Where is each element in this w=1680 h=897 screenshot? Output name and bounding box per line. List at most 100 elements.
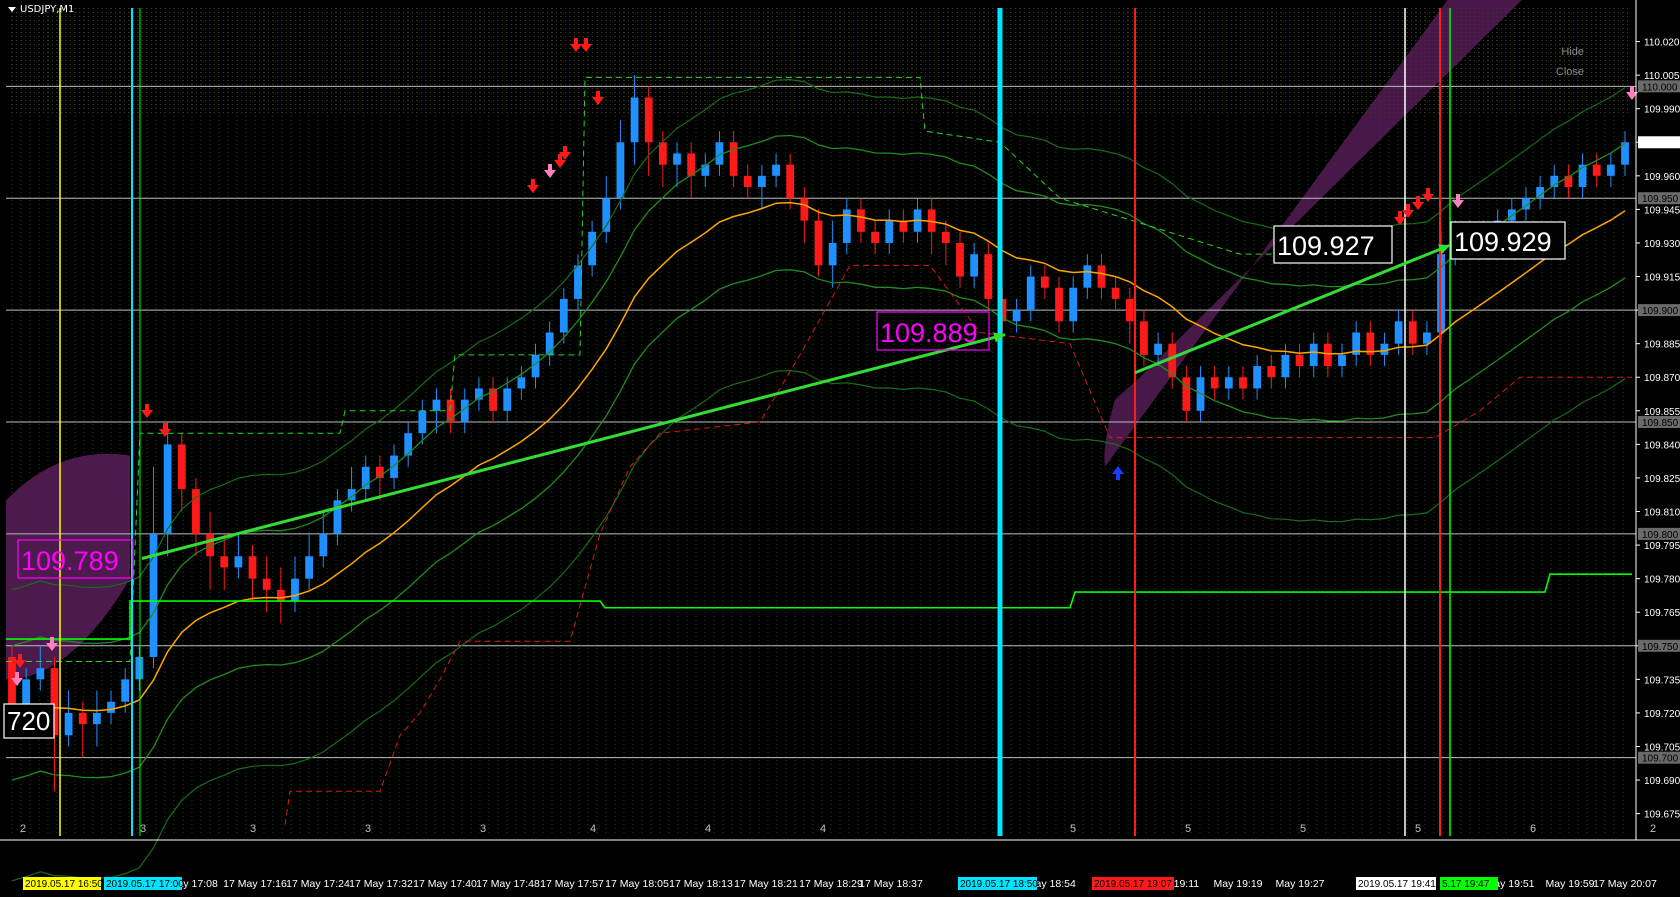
cycle-number-label: 6 — [1530, 823, 1536, 835]
candle-body[interactable] — [220, 556, 229, 568]
price-chart[interactable]: 109.789 109.889 109.927 109.929 720 110.020 11… — [0, 0, 1680, 897]
candle-body[interactable] — [64, 712, 73, 736]
candle-body[interactable] — [1140, 321, 1148, 355]
price-tick-label: 109.735 — [1644, 675, 1680, 686]
candle-body[interactable] — [1309, 343, 1318, 367]
candle-body[interactable] — [1323, 343, 1332, 367]
cycle-number-label: 3 — [365, 823, 371, 835]
candle-body[interactable] — [588, 231, 597, 266]
candle-body[interactable] — [1083, 265, 1092, 288]
candle-body[interactable] — [248, 556, 257, 579]
candle-body[interactable] — [262, 578, 271, 590]
price-tick-label: 109.990 — [1644, 105, 1680, 116]
candle-body[interactable] — [1069, 287, 1078, 322]
candle-body[interactable] — [135, 656, 144, 680]
level-price-label: 109.700 — [1642, 754, 1679, 765]
candle-body[interactable] — [1253, 366, 1262, 389]
cycle-number-label: 5 — [1300, 823, 1306, 835]
candle-body[interactable] — [828, 242, 837, 266]
candle-body[interactable] — [1097, 265, 1106, 288]
time-tick-label: 17 May 17:57 — [540, 878, 604, 890]
candle-body[interactable] — [984, 254, 993, 299]
candle-body[interactable] — [857, 209, 865, 232]
candle-body[interactable] — [1125, 298, 1134, 322]
candle-body[interactable] — [1224, 377, 1233, 389]
cycle-number-label: 5 — [1185, 823, 1191, 835]
candle-body[interactable] — [673, 153, 681, 165]
candle-body[interactable] — [871, 231, 879, 243]
candle-body[interactable] — [177, 444, 186, 490]
price-tick-label: 109.870 — [1644, 373, 1680, 384]
candle-body[interactable] — [941, 231, 950, 243]
candle-body[interactable] — [630, 97, 639, 143]
candle-body[interactable] — [503, 388, 512, 411]
candle-body[interactable] — [1040, 276, 1049, 288]
candle-body[interactable] — [107, 701, 115, 713]
candle-body[interactable] — [1408, 321, 1417, 344]
candle-body[interactable] — [163, 444, 172, 534]
hide-button[interactable]: Hide — [1561, 46, 1584, 58]
candle-body[interactable] — [885, 220, 894, 243]
candle-body[interactable] — [1437, 254, 1445, 333]
candle-body[interactable] — [1111, 287, 1120, 299]
candle-body[interactable] — [1012, 310, 1021, 322]
level-price-label: 109.950 — [1642, 194, 1679, 205]
trend-arrow-1[interactable] — [141, 333, 1006, 560]
candle-body[interactable] — [559, 298, 568, 333]
candle-body[interactable] — [1592, 164, 1601, 176]
candle-body[interactable] — [616, 142, 625, 199]
candle-body[interactable] — [1394, 321, 1403, 344]
candle-body[interactable] — [1267, 366, 1276, 378]
candle-body[interactable] — [517, 377, 526, 389]
candle-body[interactable] — [786, 164, 795, 199]
candle-body[interactable] — [800, 198, 809, 221]
candle-body[interactable] — [970, 254, 979, 277]
chart-window[interactable]: 109.789 109.889 109.927 109.929 720 110.020 11… — [0, 0, 1680, 897]
candle-body[interactable] — [1182, 377, 1191, 411]
candle-body[interactable] — [772, 164, 780, 176]
candle-body[interactable] — [1423, 332, 1431, 344]
candle-body[interactable] — [658, 142, 667, 165]
time-tick-label: May 19:19 — [1213, 878, 1262, 890]
candle-body[interactable] — [758, 175, 766, 188]
candle-body[interactable] — [956, 242, 964, 277]
candle-body[interactable] — [276, 589, 285, 602]
candle-body[interactable] — [319, 533, 328, 557]
sell-signal-arrow-icon — [544, 164, 556, 178]
candle-body[interactable] — [1026, 276, 1035, 311]
candle-body[interactable] — [78, 712, 87, 725]
candle-body[interactable] — [305, 556, 314, 579]
candle-body[interactable] — [1338, 354, 1346, 367]
candle-body[interactable] — [729, 142, 738, 176]
candle-body[interactable] — [743, 175, 752, 188]
close-button[interactable]: Close — [1556, 66, 1584, 78]
symbol-label: USDJPY,M1 — [20, 4, 75, 15]
candle-body[interactable] — [291, 578, 299, 602]
candle-body[interactable] — [121, 679, 130, 702]
candle-body[interactable] — [390, 455, 398, 478]
candle-body[interactable] — [1154, 343, 1162, 355]
candle-body[interactable] — [234, 556, 243, 568]
candle-body[interactable] — [404, 433, 413, 456]
current-price-badge — [1638, 136, 1680, 149]
candle-body[interactable] — [814, 220, 823, 266]
candle-body[interactable] — [1239, 377, 1247, 389]
candle-body[interactable] — [418, 410, 427, 434]
time-tick-label: 17 May 18:21 — [734, 878, 798, 890]
candle-body[interactable] — [1295, 354, 1304, 367]
time-tick-label: 17 May 18:13 — [669, 878, 733, 890]
candle-body[interactable] — [1055, 287, 1063, 322]
candle-body[interactable] — [432, 399, 441, 411]
sell-signal-arrow-icon — [527, 179, 539, 193]
menu-triangle-icon[interactable] — [8, 6, 16, 12]
candle-body[interactable] — [1210, 377, 1219, 389]
candle-body[interactable] — [644, 97, 653, 143]
candle-body[interactable] — [1606, 164, 1615, 176]
candle-body[interactable] — [687, 153, 696, 176]
candle-body[interactable] — [1380, 343, 1389, 355]
candle-body[interactable] — [1281, 354, 1290, 378]
price-tick-label: 109.840 — [1644, 440, 1680, 451]
time-highlight-label: 5.17 19:47 — [1442, 879, 1490, 890]
candle-body[interactable] — [93, 712, 101, 725]
candle-body[interactable] — [36, 668, 45, 680]
